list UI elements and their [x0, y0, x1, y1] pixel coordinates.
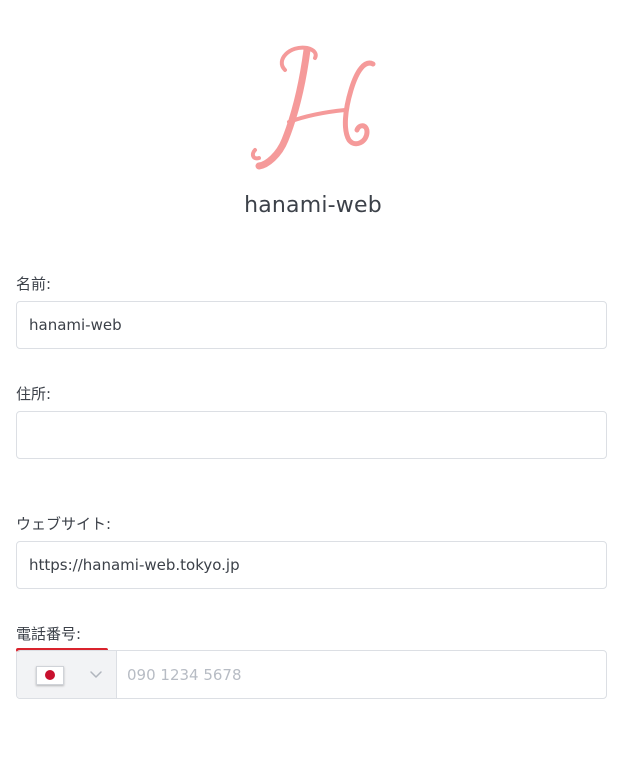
name-label: 名前: [16, 275, 52, 293]
phone-placeholder: 090 1234 5678 [127, 665, 242, 684]
website-label: ウェブサイト: [16, 515, 112, 533]
japan-flag-icon [36, 666, 64, 685]
website-field-value: https://hanami-web.tokyo.jp [29, 556, 240, 574]
hanami-h-monogram-icon [250, 45, 376, 170]
phone-number-input[interactable]: 090 1234 5678 [117, 651, 606, 698]
website-field[interactable]: https://hanami-web.tokyo.jp [16, 541, 607, 589]
address-field[interactable] [16, 411, 607, 459]
name-field-value: hanami-web [29, 316, 122, 334]
phone-field-group: 090 1234 5678 [16, 650, 607, 699]
address-label: 住所: [16, 385, 52, 403]
name-field[interactable]: hanami-web [16, 301, 607, 349]
site-name: hanami-web [244, 193, 382, 218]
country-code-select[interactable] [17, 651, 117, 698]
chevron-down-icon [90, 671, 102, 678]
phone-label: 電話番号: [16, 625, 82, 643]
